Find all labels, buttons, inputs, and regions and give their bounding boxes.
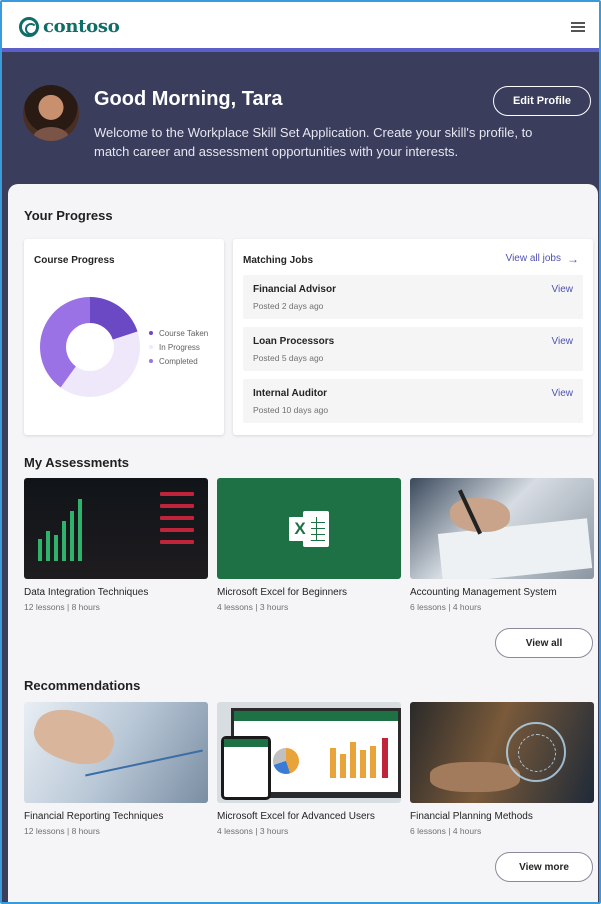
excel-thumbnail: X <box>217 478 401 579</box>
view-all-jobs-link[interactable]: View all jobs → <box>505 251 579 266</box>
accounting-thumbnail <box>410 478 594 579</box>
course-title: Microsoft Excel for Beginners <box>217 587 348 598</box>
course-progress-title: Course Progress <box>34 255 115 266</box>
avatar <box>23 85 79 141</box>
matching-jobs-title: Matching Jobs <box>243 255 314 266</box>
course-progress-card: Course Progress Course Taken In Progress… <box>24 239 224 435</box>
recommendation-card[interactable]: Financial Planning Methods 6 lessons | 4… <box>410 702 594 838</box>
course-title: Financial Planning Methods <box>410 811 533 822</box>
course-meta: 12 lessons | 8 hours <box>24 826 100 836</box>
recommendation-card[interactable]: Microsoft Excel for Advanced Users 4 les… <box>217 702 401 838</box>
course-meta: 6 lessons | 4 hours <box>410 602 482 612</box>
my-assessments-heading: My Assessments <box>24 455 130 470</box>
course-title: Data Integration Techniques <box>24 587 149 598</box>
course-meta: 4 lessons | 3 hours <box>217 826 289 836</box>
assessment-card[interactable]: Accounting Management System 6 lessons |… <box>410 478 594 614</box>
contoso-logo-icon <box>19 16 39 37</box>
job-posted: Posted 10 days ago <box>253 405 329 415</box>
donut-slice-course-taken <box>90 297 138 340</box>
your-progress-heading: Your Progress <box>24 208 113 223</box>
excel-advanced-thumbnail <box>217 702 401 803</box>
job-title: Loan Processors <box>253 336 335 347</box>
view-all-button[interactable]: View all <box>495 628 593 658</box>
legend-label: Course Taken <box>159 328 209 338</box>
view-all-jobs-label: View all jobs <box>505 253 561 264</box>
view-more-button[interactable]: View more <box>495 852 593 882</box>
job-title: Internal Auditor <box>253 388 328 399</box>
job-title: Financial Advisor <box>253 284 336 295</box>
legend-label: In Progress <box>159 342 200 352</box>
financial-report-thumbnail <box>24 702 208 803</box>
brand-logo[interactable]: contoso <box>19 16 120 37</box>
top-bar: contoso <box>2 2 599 52</box>
job-posted: Posted 2 days ago <box>253 301 324 311</box>
legend-label: Completed <box>159 356 198 366</box>
legend-item: In Progress <box>149 340 208 354</box>
course-meta: 4 lessons | 3 hours <box>217 602 289 612</box>
app-frame: contoso Good Morning, Tara Welcome to th… <box>0 0 601 904</box>
job-view-link[interactable]: View <box>552 336 574 347</box>
course-title: Accounting Management System <box>410 587 557 598</box>
job-list-item[interactable]: Loan Processors Posted 5 days ago View <box>243 327 583 371</box>
job-posted: Posted 5 days ago <box>253 353 324 363</box>
job-view-link[interactable]: View <box>552 388 574 399</box>
legend-dot <box>149 345 153 349</box>
legend-item: Course Taken <box>149 326 208 340</box>
legend-dot <box>149 359 153 363</box>
course-meta: 6 lessons | 4 hours <box>410 826 482 836</box>
arrow-right-icon: → <box>567 251 579 266</box>
job-view-link[interactable]: View <box>552 284 574 295</box>
greeting-title: Good Morning, Tara <box>94 88 283 110</box>
excel-logo-icon: X <box>289 507 329 551</box>
assessment-card[interactable]: X Microsoft Excel for Beginners 4 lesson… <box>217 478 401 614</box>
matching-jobs-card: Matching Jobs View all jobs → Financial … <box>233 239 593 435</box>
course-title: Financial Reporting Techniques <box>24 811 164 822</box>
edit-profile-button[interactable]: Edit Profile <box>493 86 591 116</box>
main-content: Your Progress Course Progress Course Tak… <box>8 184 598 902</box>
financial-planning-thumbnail <box>410 702 594 803</box>
hamburger-menu-icon[interactable] <box>571 22 585 32</box>
brand-name: contoso <box>43 16 120 37</box>
legend-item: Completed <box>149 354 208 368</box>
course-meta: 12 lessons | 8 hours <box>24 602 100 612</box>
welcome-text: Welcome to the Workplace Skill Set Appli… <box>94 125 533 159</box>
legend-dot <box>149 331 153 335</box>
recommendation-card[interactable]: Financial Reporting Techniques 12 lesson… <box>24 702 208 838</box>
welcome-banner: Good Morning, Tara Welcome to the Workpl… <box>2 56 599 196</box>
assessment-card[interactable]: Data Integration Techniques 12 lessons |… <box>24 478 208 614</box>
recommendations-heading: Recommendations <box>24 678 141 693</box>
course-progress-donut <box>40 297 141 397</box>
stock-chart-thumbnail <box>24 478 208 579</box>
job-list-item[interactable]: Financial Advisor Posted 2 days ago View <box>243 275 583 319</box>
course-progress-legend: Course Taken In Progress Completed <box>149 326 208 368</box>
job-list-item[interactable]: Internal Auditor Posted 10 days ago View <box>243 379 583 423</box>
course-title: Microsoft Excel for Advanced Users <box>217 811 375 822</box>
